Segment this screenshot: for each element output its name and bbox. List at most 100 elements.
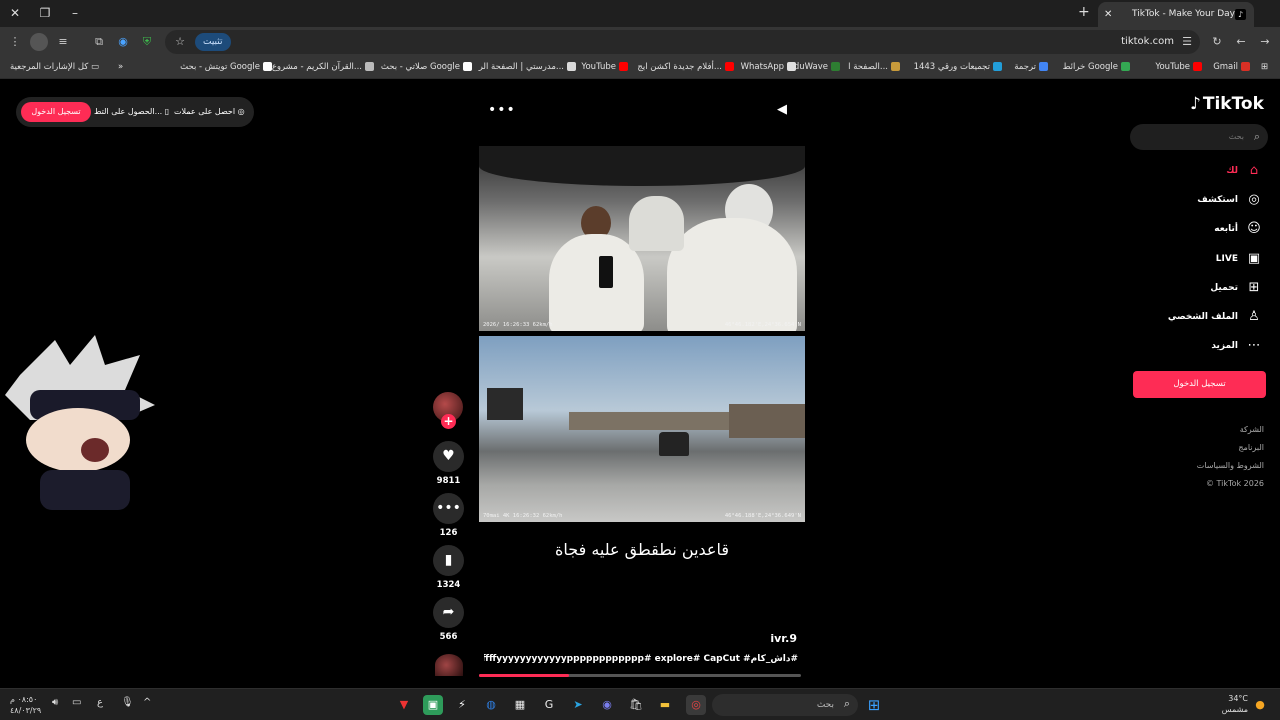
bookmark-item[interactable]: الصفحة ا... <box>848 57 900 77</box>
nav-explore[interactable]: استكشف ◎ <box>1150 188 1266 212</box>
weather-widget[interactable]: 34°C مشمس <box>1218 693 1248 715</box>
compass-icon: ◎ <box>1248 192 1260 207</box>
nav-following[interactable]: أتابعه ☺ <box>1150 217 1266 241</box>
share-icon: ➦ <box>442 604 455 620</box>
get-app-button[interactable]: الحصول على التط... ▯ <box>94 97 169 127</box>
store-icon[interactable]: 🛍︎ <box>626 695 646 715</box>
follow-button[interactable]: + <box>441 414 456 429</box>
bookmark-icon: ▮ <box>444 552 453 568</box>
bookmark-item[interactable]: Gmail <box>1213 57 1250 77</box>
telegram-icon[interactable]: ➤ <box>568 695 588 715</box>
app-icon[interactable]: ▼ <box>394 695 414 715</box>
bookmark-item[interactable]: خرائط Google <box>1063 57 1130 77</box>
anime-mascot-image <box>5 335 155 510</box>
nav-live[interactable]: LIVE ▣ <box>1150 247 1266 271</box>
chrome-icon[interactable]: ◎ <box>686 695 706 715</box>
bookmark-star-icon[interactable]: ☆ <box>171 33 189 51</box>
bookmark-item[interactable]: YouTube <box>1155 57 1202 77</box>
start-button-icon[interactable]: ⊞ <box>864 695 884 715</box>
share-button[interactable]: ➦ <box>433 597 464 628</box>
app-icon[interactable]: ▦ <box>510 695 530 715</box>
all-bookmarks-folder[interactable]: كل الإشارات المرجعية ▭ <box>10 57 99 77</box>
bookmark-item[interactable]: EduWave <box>789 57 840 77</box>
heart-icon: ♥ <box>442 448 455 464</box>
install-app-button[interactable]: تثبيت <box>195 33 231 51</box>
minimize-window-button[interactable]: – <box>64 4 86 22</box>
nav-more[interactable]: المزيد ⋯ <box>1150 334 1266 358</box>
tab-tiktok[interactable]: ✕ TikTok - Make Your Day ♪ <box>1098 2 1254 27</box>
bookmark-item[interactable]: القرآن الكريم - مشروع... <box>272 57 374 77</box>
extensions-icon[interactable]: ⧉ <box>90 33 108 51</box>
nav-profile[interactable]: الملف الشخصي ♙ <box>1150 305 1266 329</box>
bookmark-item[interactable]: ترجمة <box>1014 57 1048 77</box>
taskbar-search-input[interactable]: بحث ⌕ <box>712 694 858 716</box>
video-more-icon[interactable]: ••• <box>488 102 516 118</box>
back-icon[interactable]: ← <box>1232 33 1250 51</box>
edge-icon[interactable]: ◍ <box>481 695 501 715</box>
bookmark-item[interactable]: صلاتي - بحث Google <box>381 57 472 77</box>
search-icon: ⌕ <box>843 697 850 710</box>
volume-icon[interactable]: 🔊︎ <box>52 697 58 708</box>
login-button[interactable]: تسجيل الدخول <box>1133 371 1266 398</box>
app-icon[interactable]: ⚡ <box>452 695 472 715</box>
url-text[interactable]: tiktok.com <box>1121 30 1174 54</box>
video-author[interactable]: ivr.9 <box>770 632 797 645</box>
bookmark-item[interactable]: YouTube <box>581 57 628 77</box>
profile-avatar[interactable] <box>30 33 48 51</box>
language-indicator[interactable]: ع <box>97 697 103 708</box>
bookmark-item[interactable]: مدرستي | الصفحة الر... <box>479 57 576 77</box>
bookmark-item[interactable]: أفلام جديدة اكشن ايج... <box>637 57 734 77</box>
get-coins-button[interactable]: احصل على عملات ◎ <box>174 97 245 127</box>
close-window-button[interactable]: ✕ <box>4 4 26 22</box>
tiktok-page: ♪ TikTok بحث ⌕ لك ⌂ استكشف ◎ أتابعه ☺ LIVE ▣ … <box>0 80 1280 688</box>
nav-upload[interactable]: تحميل ⊞ <box>1150 276 1266 300</box>
reload-icon[interactable]: ↻ <box>1208 33 1226 51</box>
sound-icon[interactable]: ◀︎ <box>777 102 787 117</box>
site-settings-icon[interactable]: ☰ <box>1178 33 1196 51</box>
extension-icon[interactable]: ◉ <box>114 33 132 51</box>
bookmark-item[interactable]: تويتش - بحث Google <box>180 57 272 77</box>
driver-body <box>667 218 797 331</box>
footer-company-link[interactable]: الشركة <box>1240 425 1264 434</box>
bookmarks-overflow-icon[interactable]: » <box>118 57 123 77</box>
close-tab-icon[interactable]: ✕ <box>1104 2 1112 27</box>
microphone-icon[interactable]: 🎙︎ <box>121 697 134 708</box>
like-button[interactable]: ♥ <box>433 441 464 472</box>
video-progress-bar[interactable] <box>479 674 801 677</box>
nav-for-you[interactable]: لك ⌂ <box>1150 159 1266 183</box>
address-bar[interactable]: ☆ تثبيت tiktok.com ☰ <box>165 30 1200 54</box>
app-icon[interactable]: G <box>539 695 559 715</box>
footer-program-link[interactable]: البرنامج <box>1238 443 1264 452</box>
car-ahead <box>659 432 689 456</box>
video-caption: قاعدين نطقطق عليه فجاة <box>555 540 729 559</box>
menu-dots-icon[interactable]: ⋮ <box>6 33 24 51</box>
search-input[interactable]: بحث ⌕ <box>1130 124 1268 150</box>
clock[interactable]: ٠٨:٥٠ م ٤٨/٠٣/٢٩ <box>10 694 41 716</box>
footer-terms-link[interactable]: الشروط والسياسات <box>1197 461 1264 470</box>
pill-login-button[interactable]: تسجيل الدخول <box>21 102 91 122</box>
restore-window-button[interactable]: ❐ <box>34 4 56 22</box>
tiktok-note-icon: ♪ <box>1190 94 1201 114</box>
app-icon[interactable]: ▣ <box>423 695 443 715</box>
tray-overflow-icon[interactable]: ^ <box>143 697 151 708</box>
file-explorer-icon[interactable]: ▬ <box>655 695 675 715</box>
new-tab-button[interactable]: + <box>1078 4 1090 20</box>
bookmark-item[interactable]: WhatsApp <box>741 57 796 77</box>
discord-icon[interactable]: ◉ <box>597 695 617 715</box>
network-icon[interactable]: ▭ <box>72 697 81 708</box>
comment-button[interactable]: ••• <box>433 493 464 524</box>
shield-icon[interactable]: ⛨ <box>138 33 156 51</box>
forward-icon[interactable]: → <box>1256 33 1274 51</box>
sun-icon[interactable]: ● <box>1250 695 1270 715</box>
like-count: 9811 <box>436 476 461 486</box>
phone <box>599 256 613 288</box>
bookmark-item[interactable]: تجميعات ورقي 1443 <box>914 57 1002 77</box>
save-count: 1324 <box>436 580 461 590</box>
tiktok-logo[interactable]: ♪ TikTok <box>1190 94 1264 114</box>
media-controls-icon[interactable]: ≡ <box>54 33 72 51</box>
sound-disc-avatar[interactable] <box>435 654 463 676</box>
browser-toolbar: ⋮ ≡ ⧉ ◉ ⛨ ☆ تثبيت tiktok.com ☰ ↻ ← → <box>0 27 1280 57</box>
bookmark-apps-icon[interactable]: ⊞ <box>1261 57 1268 77</box>
video-player[interactable]: 2026/ 16:26:33 62km/h 46°46.182'E,24°36.… <box>479 146 805 522</box>
save-button[interactable]: ▮ <box>433 545 464 576</box>
